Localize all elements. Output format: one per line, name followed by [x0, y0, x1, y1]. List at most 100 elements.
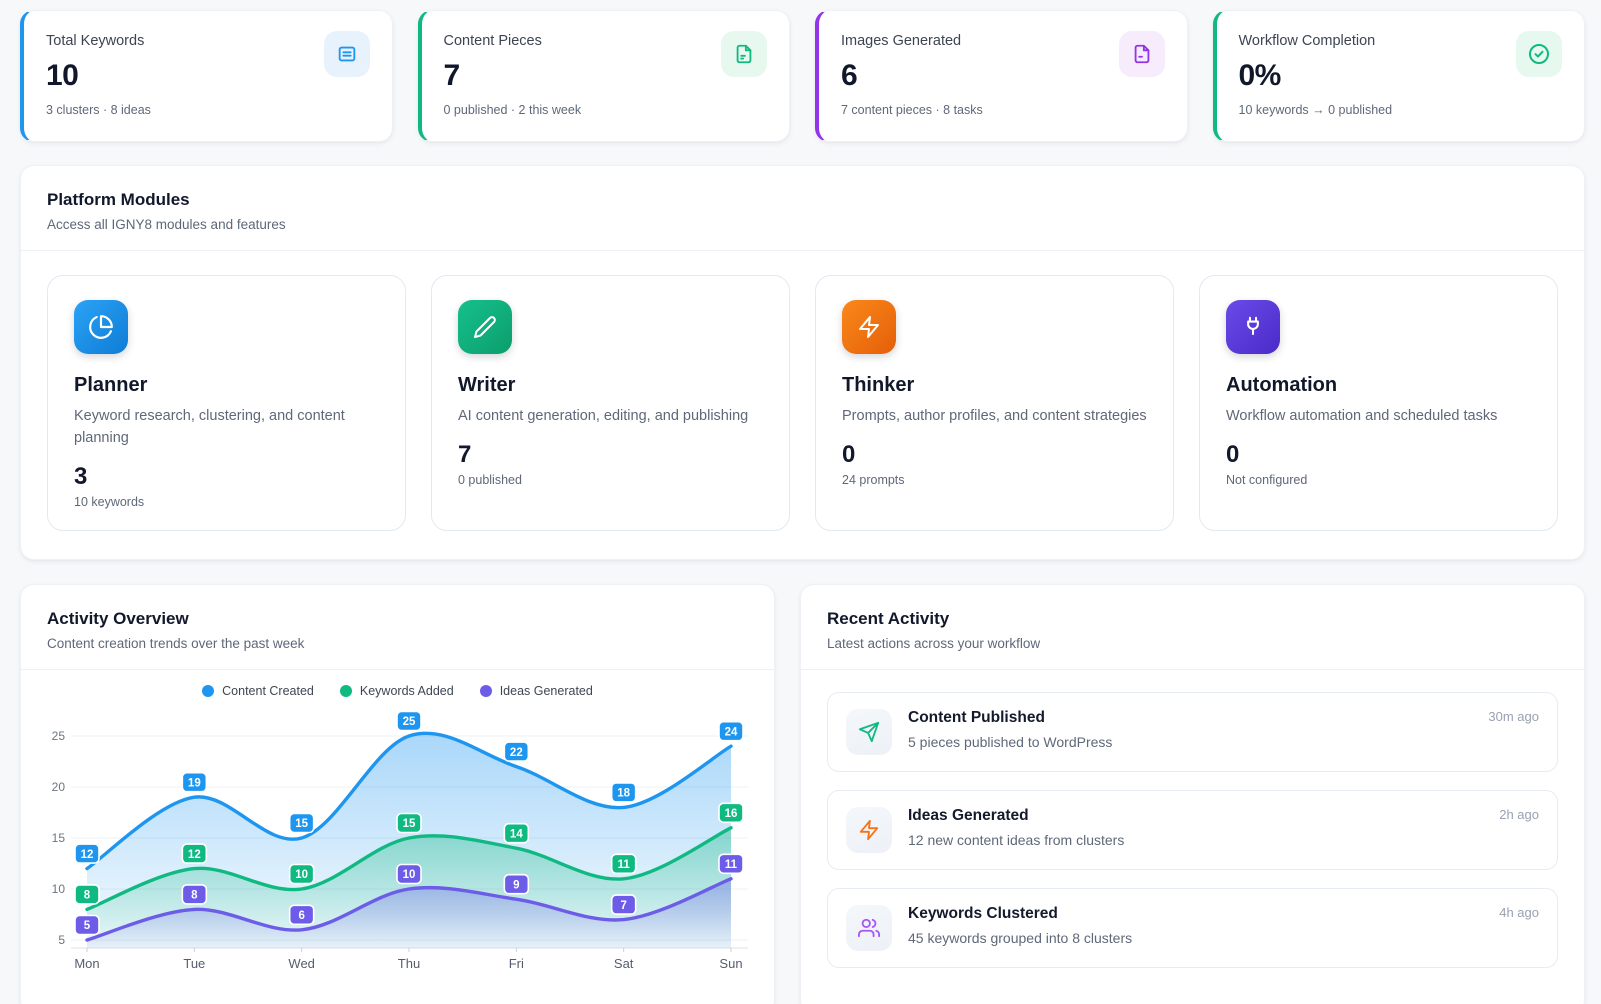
module-value: 0	[842, 441, 1147, 469]
module-sub: 24 prompts	[842, 473, 1147, 487]
send-icon	[846, 709, 892, 755]
module-name: Thinker	[842, 374, 1147, 397]
stat-sub: 7 content pieces · 8 tasks	[841, 103, 1163, 117]
svg-text:7: 7	[620, 900, 626, 912]
svg-text:11: 11	[618, 859, 631, 871]
svg-text:5: 5	[84, 920, 91, 932]
activity-description: 12 new content ideas from clusters	[908, 832, 1487, 848]
svg-text:16: 16	[725, 808, 738, 820]
module-value: 0	[1226, 441, 1531, 469]
stat-sub: 10 keywords → 0 published	[1239, 103, 1561, 117]
stat-label: Workflow Completion	[1239, 33, 1561, 49]
platform-modules-section: Platform Modules Access all IGNY8 module…	[20, 165, 1585, 560]
recent-activity-card: Recent Activity Latest actions across yo…	[800, 584, 1585, 1004]
plug-icon	[1226, 300, 1280, 354]
module-card-thinker[interactable]: Thinker Prompts, author profiles, and co…	[815, 275, 1174, 531]
svg-text:12: 12	[188, 849, 201, 861]
svg-text:6: 6	[298, 910, 304, 922]
module-description: Keyword research, clustering, and conten…	[74, 406, 379, 450]
svg-text:Mon: Mon	[74, 956, 99, 971]
chart-legend: Content Created Keywords Added Ideas Gener…	[43, 684, 752, 698]
legend-item: Keywords Added	[340, 684, 454, 698]
svg-text:9: 9	[513, 879, 519, 891]
section-title: Platform Modules	[47, 190, 1558, 210]
module-name: Planner	[74, 374, 379, 397]
activity-item-ideas-generated: Ideas Generated 12 new content ideas fro…	[827, 790, 1558, 870]
svg-text:22: 22	[510, 747, 523, 759]
legend-item: Content Created	[202, 684, 314, 698]
stat-card-workflow-completion: Workflow Completion 0% 10 keywords → 0 p…	[1213, 10, 1586, 142]
stat-value: 6	[841, 59, 1163, 93]
module-sub: Not configured	[1226, 473, 1531, 487]
stat-card-content-pieces: Content Pieces 7 0 published · 2 this we…	[418, 10, 791, 142]
module-name: Automation	[1226, 374, 1531, 397]
svg-text:25: 25	[52, 729, 66, 743]
svg-text:24: 24	[725, 726, 738, 738]
svg-text:12: 12	[81, 849, 94, 861]
list-document-icon	[324, 31, 370, 77]
svg-text:15: 15	[295, 818, 308, 830]
module-description: AI content generation, editing, and publ…	[458, 406, 763, 428]
legend-item: Ideas Generated	[480, 684, 593, 698]
activity-description: 45 keywords grouped into 8 clusters	[908, 930, 1487, 946]
stat-label: Total Keywords	[46, 33, 368, 49]
module-value: 7	[458, 441, 763, 469]
svg-text:14: 14	[510, 828, 523, 840]
chart-area: Content Created Keywords Added Ideas Gener…	[21, 670, 774, 979]
activity-list: Content Published 5 pieces published to …	[801, 670, 1584, 990]
modules-grid: Planner Keyword research, clustering, an…	[21, 251, 1584, 559]
pie-chart-icon	[74, 300, 128, 354]
module-value: 3	[74, 463, 379, 491]
svg-text:Thu: Thu	[398, 956, 420, 971]
svg-text:20: 20	[52, 780, 66, 794]
section-title: Activity Overview	[47, 609, 748, 629]
activity-title: Keywords Clustered	[908, 905, 1487, 923]
svg-text:Wed: Wed	[288, 956, 315, 971]
module-card-automation[interactable]: Automation Workflow automation and sched…	[1199, 275, 1558, 531]
svg-text:Sun: Sun	[719, 956, 742, 971]
svg-text:25: 25	[403, 716, 416, 728]
section-subtitle: Access all IGNY8 modules and features	[47, 217, 1558, 232]
svg-text:Fri: Fri	[509, 956, 524, 971]
stats-row: Total Keywords 10 3 clusters · 8 ideas C…	[20, 10, 1585, 142]
module-card-writer[interactable]: Writer AI content generation, editing, a…	[431, 275, 790, 531]
svg-text:19: 19	[188, 777, 201, 789]
stat-sub: 0 published · 2 this week	[444, 103, 766, 117]
stat-label: Images Generated	[841, 33, 1163, 49]
check-circle-icon	[1516, 31, 1562, 77]
pencil-icon	[458, 300, 512, 354]
lightning-icon	[842, 300, 896, 354]
module-sub: 0 published	[458, 473, 763, 487]
module-description: Prompts, author profiles, and content st…	[842, 406, 1147, 428]
dashboard-page: Total Keywords 10 3 clusters · 8 ideas C…	[0, 0, 1601, 1004]
activity-timestamp: 2h ago	[1499, 807, 1539, 822]
svg-text:15: 15	[403, 818, 416, 830]
stat-card-total-keywords: Total Keywords 10 3 clusters · 8 ideas	[20, 10, 393, 142]
svg-text:10: 10	[295, 869, 308, 881]
svg-text:Sat: Sat	[614, 956, 634, 971]
svg-text:8: 8	[191, 890, 198, 902]
svg-text:10: 10	[52, 882, 66, 896]
image-file-icon	[1119, 31, 1165, 77]
lightning-icon	[846, 807, 892, 853]
stat-card-images-generated: Images Generated 6 7 content pieces · 8 …	[815, 10, 1188, 142]
activity-title: Ideas Generated	[908, 807, 1487, 825]
file-icon	[721, 31, 767, 77]
stat-value: 10	[46, 59, 368, 93]
svg-text:18: 18	[617, 788, 630, 800]
svg-text:15: 15	[52, 831, 66, 845]
section-subtitle: Content creation trends over the past we…	[47, 636, 748, 651]
stat-value: 0%	[1239, 59, 1561, 93]
section-subtitle: Latest actions across your workflow	[827, 636, 1558, 651]
activity-item-keywords-clustered: Keywords Clustered 45 keywords grouped i…	[827, 888, 1558, 968]
module-card-planner[interactable]: Planner Keyword research, clustering, an…	[47, 275, 406, 531]
stat-label: Content Pieces	[444, 33, 766, 49]
activity-title: Content Published	[908, 709, 1476, 727]
module-name: Writer	[458, 374, 763, 397]
section-title: Recent Activity	[827, 609, 1558, 629]
svg-text:8: 8	[84, 890, 91, 902]
activity-description: 5 pieces published to WordPress	[908, 734, 1476, 750]
activity-chart: 510152025MonTueWedThuFriSatSun1219152522…	[43, 706, 754, 974]
module-sub: 10 keywords	[74, 495, 379, 509]
stat-value: 7	[444, 59, 766, 93]
